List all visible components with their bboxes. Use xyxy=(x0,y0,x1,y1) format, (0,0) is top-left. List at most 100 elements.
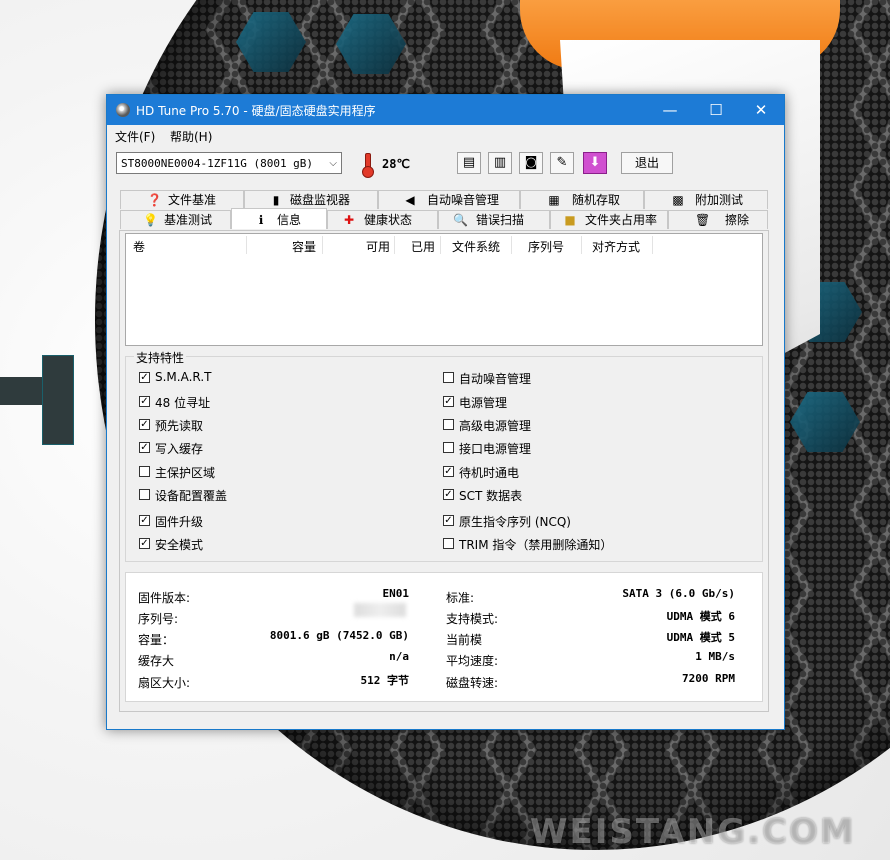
tab-benchmark[interactable]: 💡 基准测试 xyxy=(120,210,231,229)
close-button[interactable]: ✕ xyxy=(738,95,784,125)
extra-tests-icon: ▩ xyxy=(672,193,684,207)
feature-checkbox[interactable] xyxy=(139,466,150,477)
feature-checkbox[interactable] xyxy=(443,442,454,453)
tab-label: 随机存取 xyxy=(572,193,621,207)
info-right-value-2: UDMA 模式 5 xyxy=(666,631,735,644)
tabs-row-2: 💡 基准测试 ℹ 信息 ✚ 健康状态 🔍 错误扫描 ■ 文件夹占用率 🗑 擦除 xyxy=(120,208,768,230)
features-group: 支持特性 ✓ S.M.A.R.T ✓ 48 位寻址 ✓ 预先读取 ✓ 写入缓存 主保护区域 设备配… xyxy=(125,349,763,562)
feature-label: 电源管理 xyxy=(459,396,508,410)
info-left-label-1: 序列号: xyxy=(138,612,179,626)
feature-label: 安全模式 xyxy=(155,538,204,552)
info-left-value-2: 8001.6 gB (7452.0 GB) xyxy=(269,629,409,642)
menu-bar: 文件(F) 帮助(H) xyxy=(107,125,784,145)
file-benchmark-icon: ❓ xyxy=(147,193,162,207)
screenshot-button[interactable]: ◙ xyxy=(519,152,543,174)
save-button[interactable]: ⬇ xyxy=(583,152,607,174)
info-panel: 卷 容量 可用 已用 文件系统 序列号 对齐方式 支持特性 ✓ S.M.A.R.T… xyxy=(119,230,769,712)
download-arrow-icon: ⬇ xyxy=(589,155,601,170)
feature-checkbox[interactable]: ✓ xyxy=(139,396,150,407)
feature-label: 固件升级 xyxy=(155,515,204,529)
drive-info-box: 固件版本: EN01 序列号: 容量： 8001.6 gB (7452.0 GB) 缓存大… xyxy=(125,572,763,702)
tab-label: 文件基准 xyxy=(168,193,217,207)
title-bar[interactable]: HD Tune Pro 5.70 - 硬盘/固态硬盘实用程序 — ☐ ✕ xyxy=(107,95,784,125)
drive-select[interactable]: ST8000NE0004-1ZF11G (8001 gB) ⌵ xyxy=(116,152,342,174)
options-button[interactable]: ✎ xyxy=(550,152,574,174)
folder-icon: ■ xyxy=(564,213,576,227)
info-right-value-3: 1 MB/s xyxy=(695,650,735,663)
feature-checkbox[interactable]: ✓ xyxy=(443,489,454,500)
column-header[interactable]: 文件系统 xyxy=(452,238,500,255)
feature-checkbox[interactable]: ✓ xyxy=(443,515,454,526)
feature-label: 待机时通电 xyxy=(459,466,520,480)
feature-checkbox[interactable] xyxy=(443,538,454,549)
copy-all-button[interactable]: ▥ xyxy=(488,152,512,174)
magnifier-icon: 🔍 xyxy=(453,213,468,227)
feature-checkbox[interactable] xyxy=(443,419,454,430)
copy-info-button[interactable]: ▤ xyxy=(457,152,481,174)
menu-file[interactable]: 文件(F) xyxy=(115,128,155,145)
tab-file-benchmark[interactable]: ❓ 文件基准 xyxy=(120,190,244,209)
info-icon: ℹ xyxy=(258,213,264,227)
feature-checkbox[interactable]: ✓ xyxy=(443,466,454,477)
column-header[interactable]: 容量 xyxy=(292,238,316,255)
feature-checkbox[interactable]: ✓ xyxy=(139,419,150,430)
menu-help[interactable]: 帮助(H) xyxy=(170,128,212,145)
tab-info[interactable]: ℹ 信息 xyxy=(231,208,327,229)
hdtune-window: HD Tune Pro 5.70 - 硬盘/固态硬盘实用程序 — ☐ ✕ 文件(… xyxy=(106,94,785,730)
feature-label: TRIM 指令（禁用删除通知） xyxy=(459,538,613,552)
tab-folder-usage[interactable]: ■ 文件夹占用率 xyxy=(550,210,668,229)
tab-extra-tests[interactable]: ▩ 附加测试 xyxy=(644,190,768,209)
feature-checkbox[interactable] xyxy=(139,489,150,500)
column-header[interactable]: 可用 xyxy=(366,238,390,255)
copy-icon: ▤ xyxy=(462,155,476,170)
maximize-button[interactable]: ☐ xyxy=(693,95,739,125)
info-left-label-2: 容量： xyxy=(138,633,175,647)
lightbulb-icon: 💡 xyxy=(143,213,158,227)
wallpaper-t-shape xyxy=(0,355,74,445)
feature-label: 预先读取 xyxy=(155,419,204,433)
feature-label: 写入缓存 xyxy=(155,442,204,456)
feature-label: 主保护区域 xyxy=(155,466,216,480)
minimize-button[interactable]: — xyxy=(647,95,693,125)
feature-checkbox[interactable] xyxy=(443,372,454,383)
tab-random-access[interactable]: ▦ 随机存取 xyxy=(520,190,644,209)
info-right-value-1: UDMA 模式 6 xyxy=(666,610,735,623)
volume-list[interactable]: 卷 容量 可用 已用 文件系统 序列号 对齐方式 xyxy=(125,233,763,346)
info-left-label-3: 缓存大 xyxy=(138,654,175,668)
info-left-value-4: 512 字节 xyxy=(360,674,410,687)
tab-label: 错误扫描 xyxy=(476,213,525,227)
chevron-down-icon: ⌵ xyxy=(329,158,337,169)
tab-error-scan[interactable]: 🔍 错误扫描 xyxy=(438,210,550,229)
feature-checkbox[interactable]: ✓ xyxy=(139,515,150,526)
tabs-row-1: ❓ 文件基准 ▮ 磁盘监视器 ◀ 自动噪音管理 ▦ 随机存取 ▩ 附加测试 xyxy=(120,190,768,210)
info-left-label-0: 固件版本: xyxy=(138,591,191,605)
info-right-label-4: 磁盘转速: xyxy=(446,676,499,690)
volume-list-header: 卷 容量 可用 已用 文件系统 序列号 对齐方式 xyxy=(126,234,762,256)
window-title: HD Tune Pro 5.70 - 硬盘/固态硬盘实用程序 xyxy=(136,104,376,118)
column-header[interactable]: 序列号 xyxy=(528,238,564,255)
feature-label: 自动噪音管理 xyxy=(459,372,532,386)
tab-acoustic-management[interactable]: ◀ 自动噪音管理 xyxy=(378,190,520,209)
random-access-icon: ▦ xyxy=(548,193,560,207)
column-header[interactable]: 已用 xyxy=(411,238,435,255)
column-header[interactable]: 卷 xyxy=(133,238,145,255)
tab-label: 擦除 xyxy=(725,213,750,227)
feature-checkbox[interactable]: ✓ xyxy=(443,396,454,407)
feature-label: 设备配置覆盖 xyxy=(155,489,228,503)
watermark-text: WEISTANG.COM xyxy=(530,812,856,852)
column-header[interactable]: 对齐方式 xyxy=(592,238,640,255)
exit-button[interactable]: 退出 xyxy=(621,152,673,174)
app-disk-icon xyxy=(116,103,130,117)
info-right-value-4: 7200 RPM xyxy=(682,672,735,685)
info-left-value-0: EN01 xyxy=(382,587,410,600)
feature-checkbox[interactable]: ✓ xyxy=(139,538,150,549)
speaker-icon: ◀ xyxy=(405,193,415,207)
features-title: 支持特性 xyxy=(134,349,187,366)
feature-checkbox[interactable]: ✓ xyxy=(139,372,150,383)
feature-checkbox[interactable]: ✓ xyxy=(139,442,150,453)
drive-select-value: ST8000NE0004-1ZF11G (8001 gB) xyxy=(121,157,314,170)
trash-icon: 🗑 xyxy=(695,213,711,227)
tab-erase[interactable]: 🗑 擦除 xyxy=(668,210,768,229)
tab-health[interactable]: ✚ 健康状态 xyxy=(327,210,438,229)
tab-disk-monitor[interactable]: ▮ 磁盘监视器 xyxy=(244,190,378,209)
